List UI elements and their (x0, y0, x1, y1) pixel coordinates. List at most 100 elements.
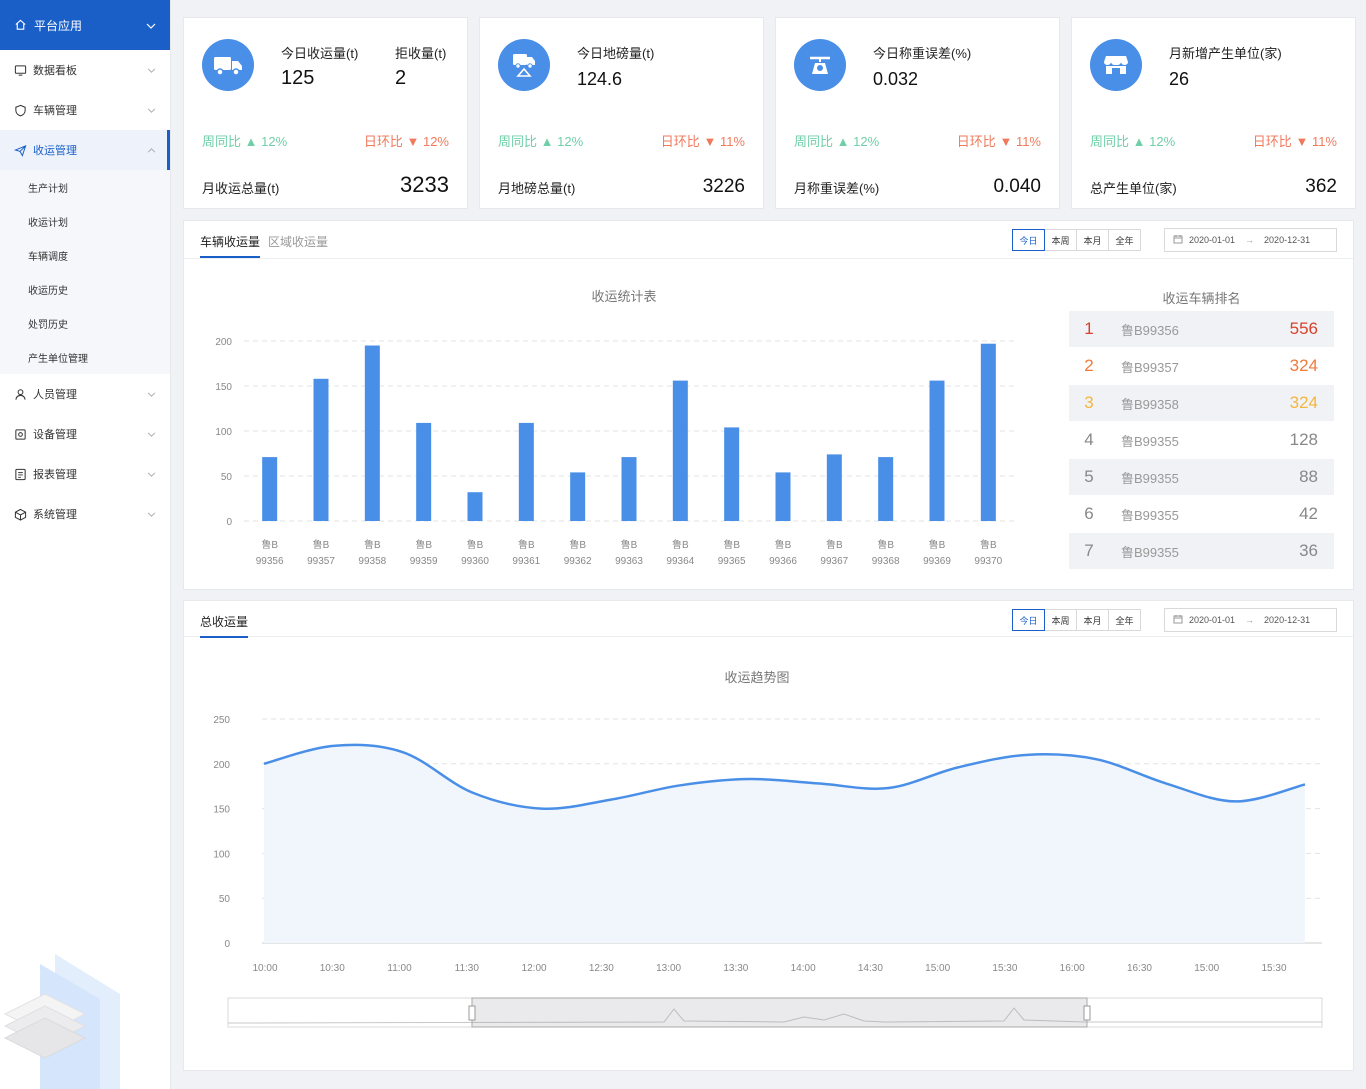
ranking-value: 324 (1289, 356, 1318, 375)
ranking-plate: 鲁B99357 (1121, 359, 1179, 375)
sidebar-sub-producers[interactable]: 产生单位管理 (0, 340, 170, 374)
period-today-button[interactable]: 今日 (1012, 609, 1045, 631)
ranking-position: 1 (1084, 319, 1094, 338)
period-month-button[interactable]: 本月 (1076, 229, 1109, 251)
report-icon (14, 468, 27, 481)
x-tick-label: 99358 (358, 556, 386, 567)
y-tick-label: 0 (226, 517, 232, 528)
panel-header: 总收运量 今日 本周 本月 全年 2020-01-01 → 2020-12-31 (184, 601, 1353, 638)
sidebar-sub-production-plan[interactable]: 生产计划 (0, 170, 170, 204)
x-tick-label: 鲁B (877, 538, 894, 551)
date-range-picker[interactable]: 2020-01-01 → 2020-12-31 (1164, 228, 1337, 252)
period-today-button[interactable]: 今日 (1012, 229, 1045, 251)
sidebar-item-vehicles[interactable]: 车辆管理 (0, 90, 170, 130)
cube-icon (14, 508, 27, 521)
chevron-up-icon (147, 144, 156, 156)
x-tick-label: 鲁B (775, 538, 792, 551)
y-tick-label: 100 (215, 427, 232, 438)
bar (826, 454, 842, 521)
stat-value: 26 (1169, 69, 1190, 89)
day-compare-label: 日环比 (660, 134, 700, 149)
sidebar-item-label: 人员管理 (33, 389, 77, 401)
zoom-selection[interactable] (471, 997, 1088, 1028)
calendar-icon (1173, 614, 1183, 626)
tab-region-collection[interactable]: 区域收运量 (268, 233, 328, 250)
stat-label: 今日收运量(t) (281, 46, 359, 61)
x-tick-label: 鲁B (569, 538, 586, 551)
x-tick-label: 13:30 (723, 963, 748, 974)
ranking-value: 128 (1289, 430, 1318, 449)
period-year-button[interactable]: 全年 (1108, 229, 1141, 251)
ranking-plate: 鲁B99355 (1121, 507, 1179, 523)
bar (929, 380, 945, 521)
arrow-down-icon: ▼ (1295, 134, 1309, 149)
date-end: 2020-12-31 (1264, 235, 1311, 245)
panel-header: 车辆收运量 区域收运量 今日 本周 本月 全年 2020-01-01 → 202… (184, 221, 1353, 259)
tab-total-collection[interactable]: 总收运量 (200, 613, 249, 638)
sidebar-sub-penalty[interactable]: 处罚历史 (0, 306, 170, 340)
week-compare-label: 周同比 (794, 134, 834, 149)
bar (878, 457, 894, 521)
x-tick-label: 鲁B (467, 538, 484, 551)
arrow-up-icon: ▲ (1132, 134, 1146, 149)
sidebar-item-personnel[interactable]: 人员管理 (0, 374, 170, 414)
day-compare-label: 日环比 (363, 134, 403, 149)
x-tick-label: 99369 (923, 556, 951, 567)
date-range-picker[interactable]: 2020-01-01 → 2020-12-31 (1164, 608, 1337, 632)
sidebar-platform-menu[interactable]: 平台应用 (0, 0, 170, 50)
day-compare-value: 12% (422, 134, 449, 149)
ranking-position: 5 (1084, 467, 1094, 486)
month-label: 月称重误差(%) (794, 181, 880, 196)
x-tick-label: 99367 (820, 556, 848, 567)
sidebar-submenu: 生产计划 收运计划 车辆调度 收运历史 处罚历史 产生单位管理 (0, 170, 170, 374)
x-tick-label: 鲁B (929, 538, 946, 551)
period-month-button[interactable]: 本月 (1076, 609, 1109, 631)
period-year-button[interactable]: 全年 (1108, 609, 1141, 631)
decorative-stack-illustration (3, 954, 120, 1089)
bar (621, 457, 637, 521)
truck-icon (202, 39, 254, 91)
y-tick-label: 250 (213, 715, 230, 726)
x-tick-label: 11:00 (387, 963, 412, 974)
period-week-button[interactable]: 本周 (1044, 609, 1077, 631)
ranking-row: 6 鲁B99355 42 (1069, 496, 1334, 532)
sidebar-sub-collection-plan[interactable]: 收运计划 (0, 204, 170, 238)
sidebar-item-dashboard[interactable]: 数据看板 (0, 50, 170, 90)
day-compare: 日环比 ▼ 11% (957, 131, 1041, 150)
x-tick-label: 99368 (872, 556, 900, 567)
sidebar-item-system[interactable]: 系统管理 (0, 494, 170, 534)
tab-vehicle-collection[interactable]: 车辆收运量 (200, 233, 261, 258)
sidebar-item-label: 报表管理 (33, 469, 77, 481)
ranking-value: 556 (1289, 319, 1318, 338)
week-compare-value: 12% (853, 134, 880, 149)
sidebar-sub-dispatch[interactable]: 车辆调度 (0, 238, 170, 272)
ranking-plate: 鲁B99355 (1121, 544, 1179, 560)
scale-icon (794, 39, 846, 91)
stat-card-producers: 月新增产生单位(家) 26 周同比 ▲ 12% 日环比 ▼ 11% 总产生单位(… (1071, 17, 1356, 209)
ranking-row: 2 鲁B99357 324 (1069, 348, 1334, 384)
stat-value: 125 (281, 67, 315, 89)
x-tick-label: 12:00 (522, 963, 547, 974)
x-tick-label: 鲁B (313, 538, 330, 551)
device-icon (14, 428, 27, 441)
x-tick-label: 10:30 (320, 963, 345, 974)
bar (262, 457, 278, 521)
bar (313, 378, 329, 521)
sidebar-item-devices[interactable]: 设备管理 (0, 414, 170, 454)
sidebar-item-collection[interactable]: 收运管理 (0, 130, 170, 170)
sidebar-sub-history[interactable]: 收运历史 (0, 272, 170, 306)
x-tick-label: 14:30 (858, 963, 883, 974)
bar (570, 472, 586, 521)
bar (672, 380, 688, 521)
store-icon (1090, 39, 1142, 91)
zoom-handle[interactable] (468, 1005, 476, 1021)
sidebar-item-reports[interactable]: 报表管理 (0, 454, 170, 494)
bar (467, 492, 483, 521)
ranking-position: 6 (1084, 504, 1094, 523)
x-tick-label: 16:30 (1127, 963, 1152, 974)
zoom-handle[interactable] (1083, 1005, 1091, 1021)
x-tick-label: 99360 (461, 556, 489, 567)
period-week-button[interactable]: 本周 (1044, 229, 1077, 251)
y-tick-label: 50 (219, 894, 231, 905)
arrow-down-icon: ▼ (406, 134, 420, 149)
